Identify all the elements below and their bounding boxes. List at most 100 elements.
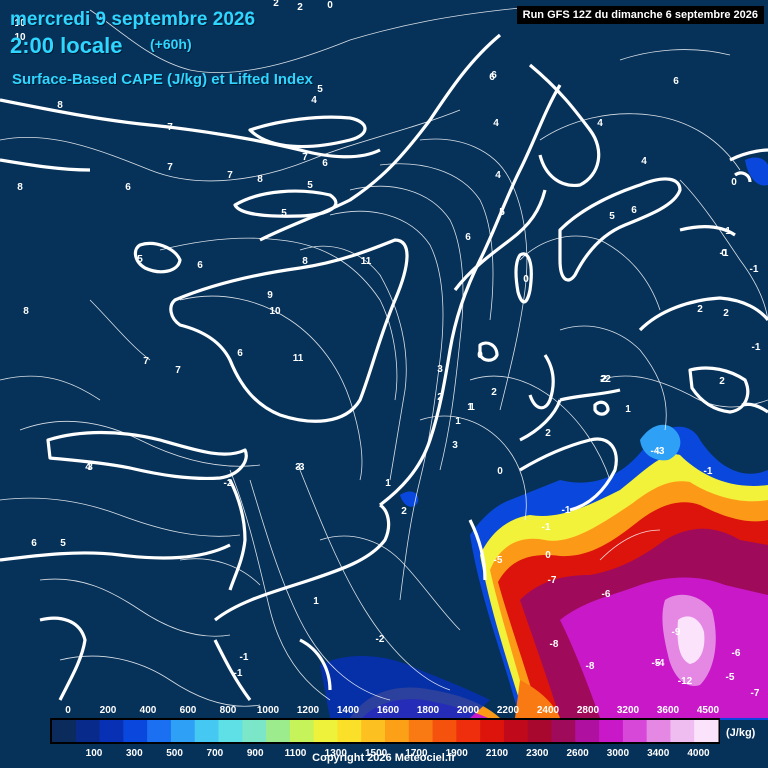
lifted-index-label: 2 <box>723 308 729 319</box>
lifted-index-label: 8 <box>57 100 63 111</box>
legend-label: 0 <box>65 705 71 716</box>
lifted-index-label: 2 <box>401 506 407 517</box>
lifted-index-label: -9 <box>672 627 681 638</box>
legend-swatch <box>385 720 410 742</box>
legend-swatch <box>313 720 338 742</box>
lifted-index-label: 0 <box>721 248 727 259</box>
legend-label: 800 <box>220 705 237 716</box>
lifted-index-label: -4 <box>651 446 660 457</box>
lifted-index-label: -1 <box>704 466 713 477</box>
lifted-index-label: -1 <box>234 668 243 679</box>
lifted-index-label: 9 <box>267 290 273 301</box>
legend-swatch <box>289 720 315 742</box>
cape-map-canvas: 0 200 400 600 800 1000 1200 1400 1600 1800 2000 220… <box>0 0 768 759</box>
lifted-index-label: 3 <box>87 462 93 473</box>
lifted-index-label: 3 <box>452 440 458 451</box>
lifted-index-label: 3 <box>437 364 443 375</box>
legend-swatch <box>622 720 648 742</box>
lifted-index-label: 6 <box>125 182 131 193</box>
lifted-index-label: 11 <box>361 256 372 267</box>
legend-swatch <box>432 720 457 742</box>
lifted-index-label: -8 <box>550 639 559 650</box>
forecast-local-time: 2:00 locale <box>10 33 123 58</box>
lifted-index-label: 6 <box>237 348 243 359</box>
lifted-index-label: -8 <box>586 661 595 672</box>
legend-swatch <box>266 720 291 742</box>
legend-swatch <box>599 720 624 742</box>
lifted-index-label: -1 <box>562 505 571 516</box>
lifted-index-label: 7 <box>227 170 233 181</box>
lifted-index-label: -4 <box>656 658 665 669</box>
legend-unit: (J/kg) <box>726 727 756 739</box>
lifted-index-label: 6 <box>491 70 497 81</box>
lifted-index-label: 7 <box>302 152 308 163</box>
lifted-index-label: 1 <box>455 416 461 427</box>
lifted-index-label: 0 <box>477 350 483 361</box>
legend-swatch <box>337 720 362 742</box>
legend-swatch <box>218 720 243 742</box>
lifted-index-label: 2 <box>697 304 703 315</box>
lifted-index-label: 0 <box>497 466 503 477</box>
legend-top-labels: 0 200 400 600 800 1000 1200 1400 1600 1800 2000 220… <box>65 705 719 716</box>
legend-label: 2000 <box>457 705 480 716</box>
legend-swatch <box>646 720 671 742</box>
legend-swatch <box>480 720 505 742</box>
lifted-index-label: 5 <box>60 538 66 549</box>
lifted-index-label: 4 <box>495 170 501 181</box>
legend-label: 3600 <box>657 705 680 716</box>
legend-label: 1000 <box>257 705 280 716</box>
legend-label: 400 <box>140 705 157 716</box>
lifted-index-label: 1 <box>469 402 475 413</box>
lifted-index-label: 4 <box>493 118 499 129</box>
lifted-index-label: 7 <box>167 122 173 133</box>
lifted-index-label: 2 <box>719 376 725 387</box>
lifted-index-label: -1 <box>752 342 761 353</box>
lifted-index-label: -1 <box>542 522 551 533</box>
forecast-date: mercredi 9 septembre 2026 <box>10 9 256 30</box>
lifted-index-label: 2 <box>437 392 443 403</box>
lifted-index-label: 2 <box>297 2 303 13</box>
field-title: Surface-Based CAPE (J/kg) et Lifted Inde… <box>12 71 313 88</box>
legend-swatch <box>123 720 148 742</box>
lifted-index-label: -7 <box>751 688 760 699</box>
lifted-index-label: 10 <box>269 306 281 317</box>
lifted-index-label: 7 <box>143 356 149 367</box>
lifted-index-label: 2 <box>273 0 279 9</box>
legend-label: 1400 <box>337 705 360 716</box>
lifted-index-label: 1 <box>313 596 319 607</box>
lifted-index-label: -3 <box>296 462 305 473</box>
lifted-index-label: 8 <box>257 174 263 185</box>
lifted-index-label: 4 <box>597 118 603 129</box>
lifted-index-label: -7 <box>548 575 557 586</box>
lifted-index-label: 0 <box>731 177 737 188</box>
legend-swatch <box>694 720 719 742</box>
legend-swatch <box>456 720 481 742</box>
lifted-index-label: 0 <box>523 274 529 285</box>
lifted-index-label: 6 <box>31 538 37 549</box>
legend-label: 1600 <box>377 705 400 716</box>
legend-label: 2200 <box>497 705 520 716</box>
lifted-index-label: 4 <box>311 95 317 106</box>
lifted-index-label: 5 <box>609 211 615 222</box>
lifted-index-label: 6 <box>465 232 471 243</box>
legend-swatch <box>361 720 386 742</box>
legend-swatch <box>147 720 172 742</box>
lifted-index-label: -5 <box>726 672 735 683</box>
legend-label: 200 <box>100 705 117 716</box>
legend-swatch <box>551 720 576 742</box>
lifted-index-label: 6 <box>673 76 679 87</box>
lifted-index-label: 8 <box>17 182 23 193</box>
lifted-index-label: 0 <box>327 0 333 11</box>
lifted-index-label: 1 <box>385 478 391 489</box>
legend-label: 600 <box>180 705 197 716</box>
lifted-index-label: 0 <box>545 550 551 561</box>
lifted-index-label: -2 <box>224 478 233 489</box>
lifted-index-label: 5 <box>317 84 323 95</box>
legend-label: 2800 <box>577 705 600 716</box>
lifted-index-label: 1 <box>625 404 631 415</box>
legend-swatch <box>75 720 101 742</box>
lifted-index-label: 6 <box>197 260 203 271</box>
lifted-index-label: 5 <box>281 208 287 219</box>
lifted-index-label: 2 <box>491 387 497 398</box>
lifted-index-label: 4 <box>641 156 647 167</box>
